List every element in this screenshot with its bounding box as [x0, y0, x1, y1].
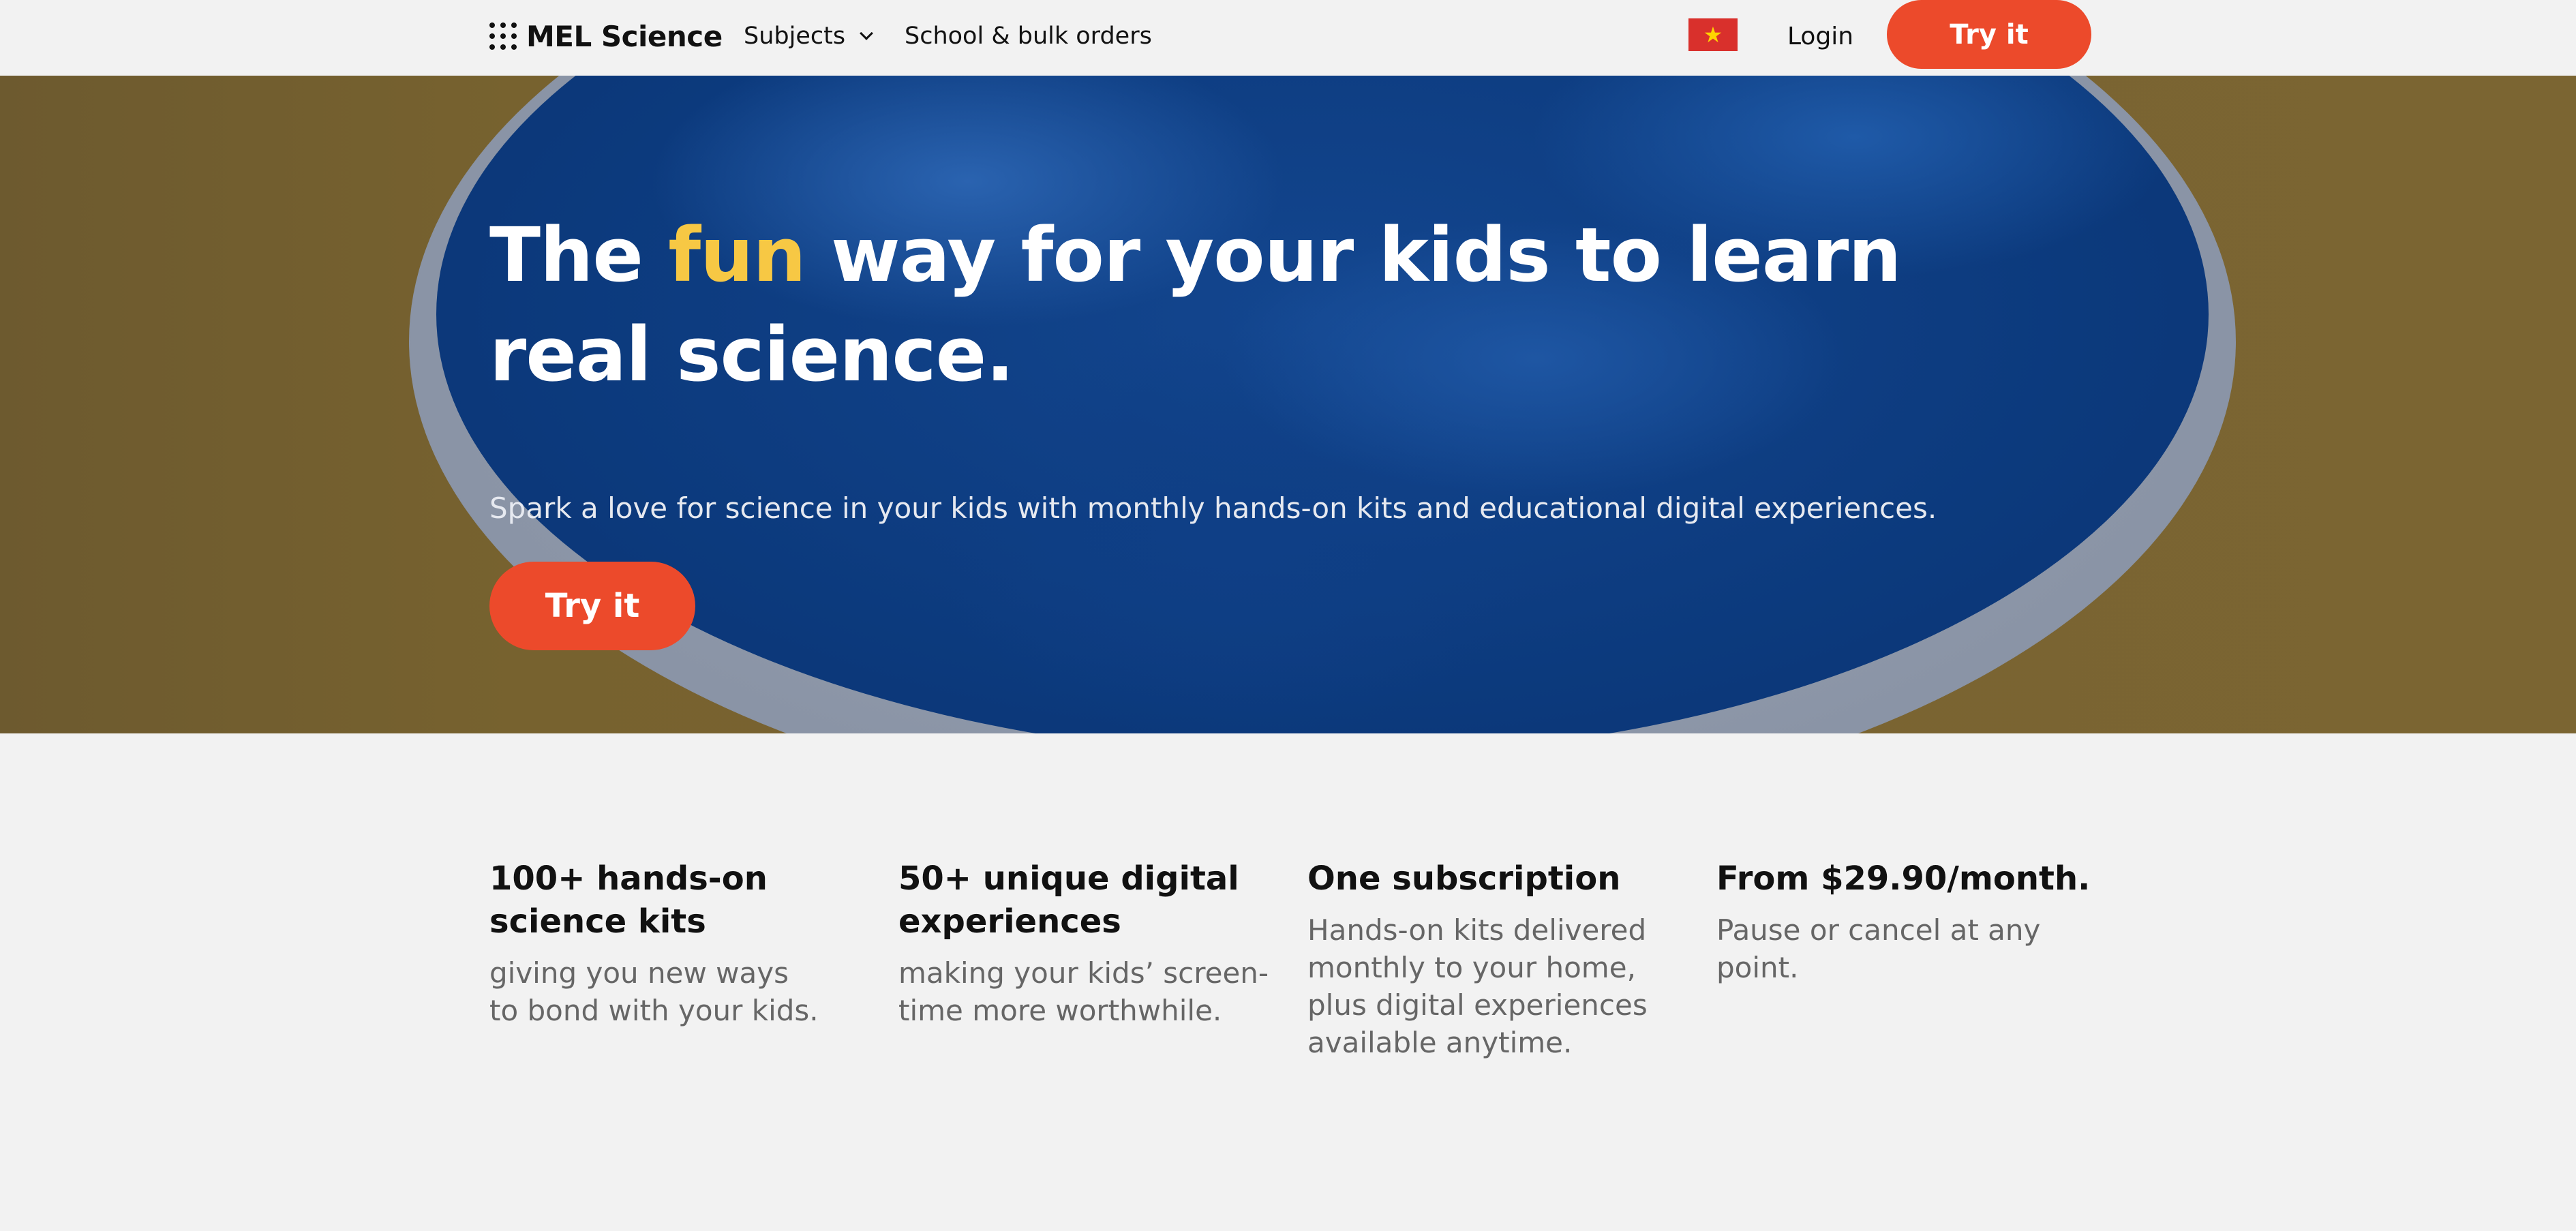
hero-title-start: The [489, 211, 669, 299]
nav-school-bulk-orders-link[interactable]: School & bulk orders [905, 18, 1152, 55]
hero-title: The fun way for your kids to learn real … [489, 205, 1989, 404]
feature-description: Hands-on kits delivered monthly to your … [1307, 913, 1648, 1059]
nav-subjects-dropdown[interactable]: Subjects [744, 18, 873, 55]
feature-title: One subscription [1307, 860, 1621, 898]
nav-school-label: School & bulk orders [905, 22, 1152, 50]
dot-grid-logo-icon [489, 22, 517, 50]
nav-subjects-label: Subjects [744, 22, 846, 50]
feature-item: From $29.90/month. Pause or cancel at an… [1716, 857, 2098, 986]
brand-logo-link[interactable]: MEL Science [489, 18, 723, 55]
feature-description: giving you new ways to bond with your ki… [489, 956, 819, 1027]
chevron-down-icon [860, 27, 873, 40]
feature-title: From $29.90/month. [1716, 860, 2091, 898]
feature-description: making your kids’ screen- time more wort… [898, 956, 1269, 1027]
hero-title-highlight: fun [668, 211, 806, 299]
feature-title: 50+ unique digital experiences [898, 860, 1239, 941]
hero-section: The fun way for your kids to learn real … [0, 76, 2576, 733]
star-icon: ★ [1703, 22, 1723, 48]
brand-name: MEL Science [526, 19, 723, 53]
feature-item: One subscription Hands-on kits delivered… [1307, 857, 1689, 1061]
feature-item: 50+ unique digital experiences making yo… [898, 857, 1280, 1029]
header-try-it-button[interactable]: Try it [1887, 0, 2091, 69]
site-header: MEL Science Subjects School & bulk order… [0, 0, 2576, 76]
hero-try-it-button[interactable]: Try it [489, 562, 695, 650]
login-link[interactable]: Login [1787, 18, 1853, 55]
feature-item: 100+ hands-on science kits giving you ne… [489, 857, 871, 1029]
features-section: 100+ hands-on science kits giving you ne… [489, 857, 2125, 1089]
feature-title: 100+ hands-on science kits [489, 860, 768, 941]
hero-subtitle: Spark a love for science in your kids wi… [489, 491, 1937, 525]
vietnam-flag-icon[interactable]: ★ [1688, 18, 1738, 51]
feature-description: Pause or cancel at any point. [1716, 913, 2041, 984]
